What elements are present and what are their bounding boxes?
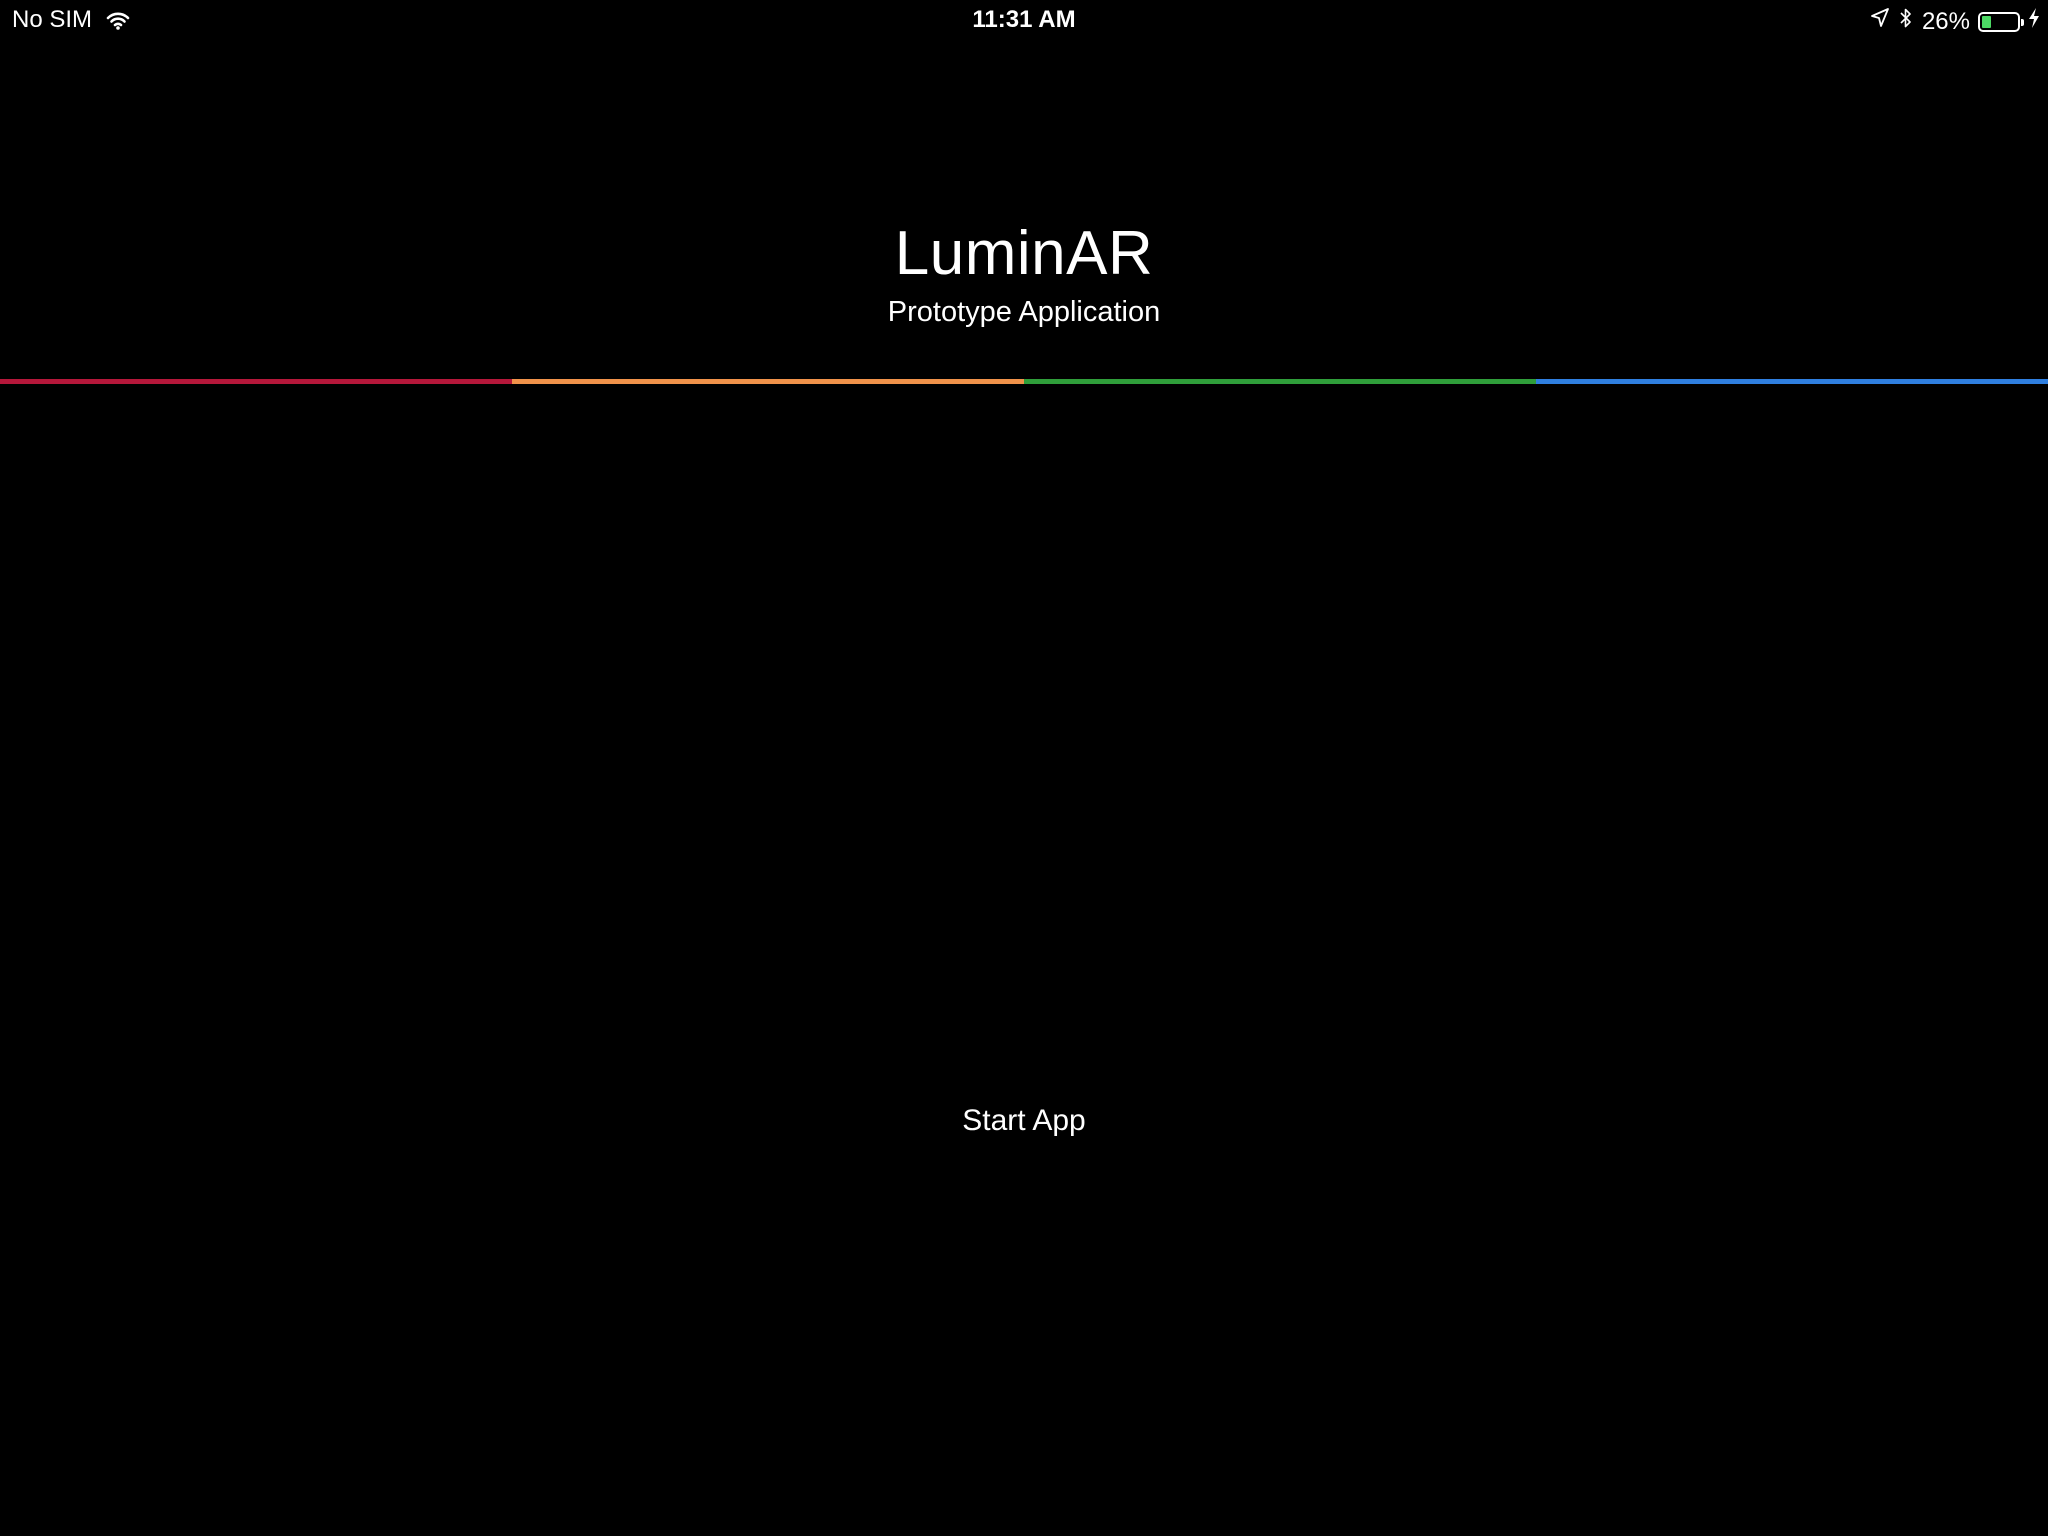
battery-level-fill <box>1982 15 1991 28</box>
battery-percent: 26% <box>1921 7 1970 35</box>
divider-segment-1 <box>0 379 512 384</box>
rainbow-divider <box>0 379 2048 384</box>
status-right-group: 26% <box>1870 6 2040 37</box>
divider-segment-4 <box>1536 379 2048 384</box>
bluetooth-icon <box>1898 6 1914 37</box>
location-arrow-icon <box>1870 7 1890 36</box>
status-bar: No SIM 11:31 AM 26% <box>0 0 2048 40</box>
start-app-button[interactable]: Start App <box>874 1096 1174 1146</box>
charging-bolt-icon <box>2028 7 2040 36</box>
divider-segment-3 <box>1024 379 1536 384</box>
app-title: LuminAR <box>894 219 1154 288</box>
battery-icon <box>1978 11 2024 32</box>
divider-segment-2 <box>512 379 1024 384</box>
battery-tip <box>2021 18 2024 26</box>
app-subtitle: Prototype Application <box>887 296 1161 328</box>
status-time: 11:31 AM <box>972 6 1076 33</box>
app-screen: No SIM 11:31 AM 26% LuminAR Prototype Ap… <box>0 0 2048 1536</box>
